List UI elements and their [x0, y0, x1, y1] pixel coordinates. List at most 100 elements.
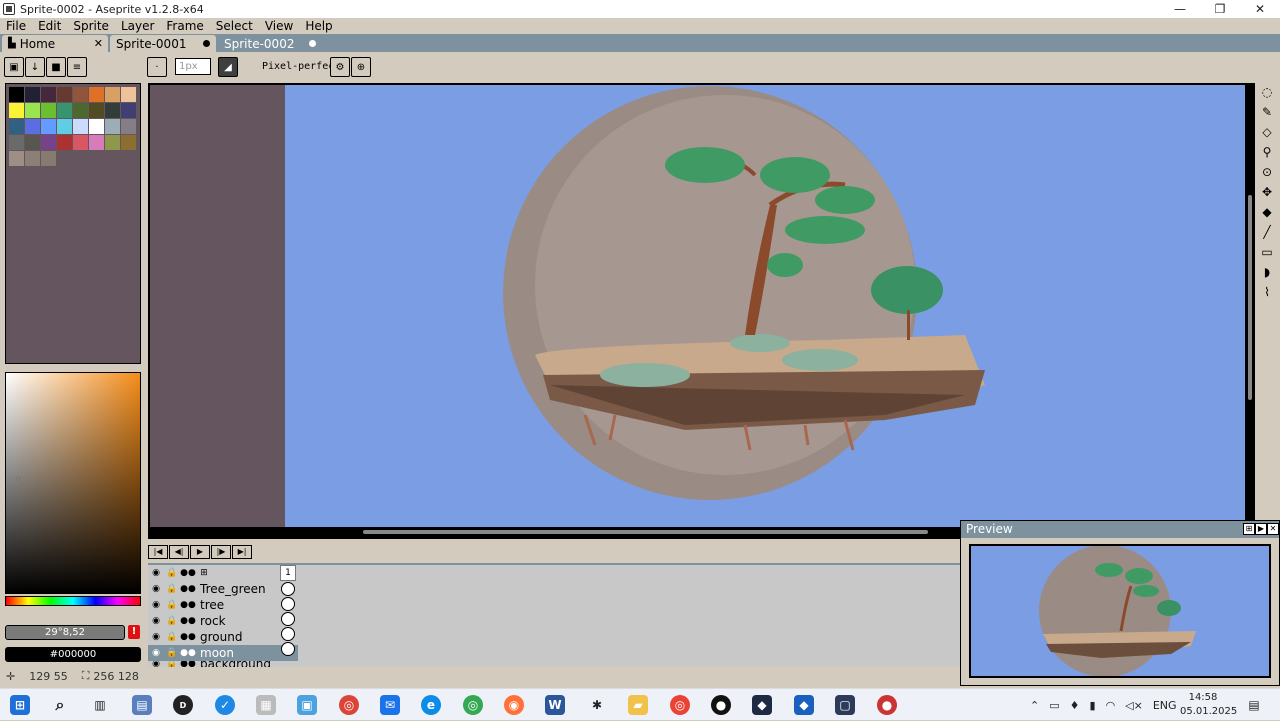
palette-swatch[interactable]: [121, 135, 136, 150]
palette-swatch[interactable]: [25, 151, 40, 166]
palette-swatch[interactable]: [9, 135, 24, 150]
hsv-value-field[interactable]: 29°8,52: [5, 625, 125, 640]
menu-select[interactable]: Select: [216, 19, 253, 33]
line-tool-icon[interactable]: ╱: [1258, 223, 1276, 241]
search-icon[interactable]: ⌕: [50, 695, 70, 715]
palette-swatch[interactable]: [41, 135, 56, 150]
app-icon[interactable]: ✓: [215, 695, 235, 715]
tab-sprite-0002[interactable]: Sprite-0002: [218, 35, 322, 52]
lock-icon[interactable]: 🔒: [164, 629, 180, 645]
clock[interactable]: 14:58 05.01.2025: [1180, 691, 1237, 719]
visibility-eye-icon[interactable]: ◉: [148, 629, 164, 645]
palette-swatch[interactable]: [89, 87, 104, 102]
last-frame-button[interactable]: ▶|: [232, 545, 252, 559]
dell-icon[interactable]: D: [173, 695, 193, 715]
edge-icon[interactable]: e: [421, 695, 441, 715]
windows-start-icon[interactable]: ⊞: [10, 695, 30, 715]
sprite-canvas[interactable]: [285, 85, 1245, 527]
palette-swatch[interactable]: [121, 87, 136, 102]
tab-sprite-0001[interactable]: Sprite-0001: [110, 35, 216, 52]
palette-swatch[interactable]: [73, 87, 88, 102]
palette-swatch[interactable]: [9, 87, 24, 102]
minimize-button[interactable]: —: [1160, 0, 1200, 18]
firefox-icon[interactable]: ◉: [504, 695, 524, 715]
symmetry-icon[interactable]: ⚙: [330, 57, 350, 77]
move-tool-icon[interactable]: ✥: [1258, 183, 1276, 201]
palette-swatch[interactable]: [41, 103, 56, 118]
file-explorer-icon[interactable]: ▰: [628, 695, 648, 715]
preview-center-icon[interactable]: ⊞: [1243, 523, 1255, 535]
chrome-icon[interactable]: ◎: [339, 695, 359, 715]
ink-bucket-icon[interactable]: ◢: [218, 57, 238, 77]
palette-swatch[interactable]: [9, 151, 24, 166]
palette-swatch[interactable]: [57, 87, 72, 102]
palette-swatch[interactable]: [105, 87, 120, 102]
eyedropper-tool-icon[interactable]: ⚲: [1258, 143, 1276, 161]
task-view-icon[interactable]: ▥: [90, 695, 110, 715]
pixel-perfect-label[interactable]: Pixel-perfect: [262, 61, 340, 72]
palette-swatch[interactable]: [105, 135, 120, 150]
visibility-eye-icon[interactable]: ◉: [148, 597, 164, 613]
continuous-icon[interactable]: ●●: [180, 581, 196, 597]
palette-swatch[interactable]: [9, 103, 24, 118]
preview-play-icon[interactable]: ▶: [1255, 523, 1267, 535]
cel[interactable]: [281, 642, 295, 656]
brush-size-input[interactable]: 1px: [175, 58, 211, 75]
square-icon[interactable]: ■: [46, 57, 66, 77]
vertical-scrollbar[interactable]: [1247, 85, 1253, 527]
chrome-icon[interactable]: ◎: [463, 695, 483, 715]
palette-swatch[interactable]: [73, 103, 88, 118]
hue-slider[interactable]: [5, 596, 141, 606]
camera-icon[interactable]: ▭: [1049, 699, 1059, 712]
hex-color-field[interactable]: #000000: [5, 647, 141, 662]
palette-swatch[interactable]: [57, 135, 72, 150]
battery-icon[interactable]: ▮: [1090, 699, 1096, 712]
layer-row[interactable]: ◉ 🔒 ●● rock: [148, 613, 298, 629]
app-icon[interactable]: ◆: [752, 695, 772, 715]
play-button[interactable]: ▶: [190, 545, 210, 559]
palette-swatch[interactable]: [121, 103, 136, 118]
cel[interactable]: [281, 627, 295, 641]
continuous-icon[interactable]: ●●: [180, 645, 196, 661]
app-icon[interactable]: ●: [711, 695, 731, 715]
bucket-tool-icon[interactable]: ◆: [1258, 203, 1276, 221]
palette-swatch[interactable]: [121, 119, 136, 134]
marquee-tool-icon[interactable]: ◌: [1258, 83, 1276, 101]
visibility-eye-icon[interactable]: ◉: [148, 565, 164, 581]
dynamics-icon[interactable]: ⊕: [351, 57, 371, 77]
frame-number[interactable]: 1: [280, 565, 296, 581]
palette-swatch[interactable]: [105, 103, 120, 118]
palette-swatch[interactable]: [73, 119, 88, 134]
rectangle-tool-icon[interactable]: ▭: [1258, 243, 1276, 261]
volume-icon[interactable]: ◁×: [1125, 699, 1143, 712]
wifi-icon[interactable]: ◠: [1106, 699, 1116, 712]
pencil-tool-icon[interactable]: ✎: [1258, 103, 1276, 121]
down-arrow-icon[interactable]: ↓: [25, 57, 45, 77]
notifications-icon[interactable]: ▤: [1244, 695, 1264, 715]
zoom-tool-icon[interactable]: ⊙: [1258, 163, 1276, 181]
palette-swatch[interactable]: [73, 135, 88, 150]
layer-options-icon[interactable]: ⊞: [196, 565, 212, 581]
mail-icon[interactable]: ✉: [380, 695, 400, 715]
visibility-eye-icon[interactable]: ◉: [148, 581, 164, 597]
lock-icon[interactable]: 🔒: [164, 597, 180, 613]
menu-help[interactable]: Help: [305, 19, 332, 33]
word-icon[interactable]: W: [545, 695, 565, 715]
cel[interactable]: [281, 612, 295, 626]
warning-icon[interactable]: !: [128, 625, 140, 639]
blur-tool-icon[interactable]: ⌇: [1258, 283, 1276, 301]
app-icon[interactable]: ◆: [794, 695, 814, 715]
close-tab-icon[interactable]: ✕: [94, 37, 103, 50]
tab-home[interactable]: ▙ Home ✕: [2, 35, 108, 52]
visibility-eye-icon[interactable]: ◉: [148, 613, 164, 629]
layer-row[interactable]: ◉ 🔒 ●● ground: [148, 629, 298, 645]
palette-swatch[interactable]: [9, 119, 24, 134]
color-sv-field[interactable]: [5, 372, 141, 594]
menu-view[interactable]: View: [265, 19, 293, 33]
microphone-icon[interactable]: ♦: [1070, 699, 1080, 712]
contour-tool-icon[interactable]: ◗: [1258, 263, 1276, 281]
horizontal-scroll-thumb[interactable]: [363, 530, 928, 534]
palette-swatch[interactable]: [25, 87, 40, 102]
visibility-eye-icon[interactable]: ◉: [148, 645, 164, 661]
palette-swatch[interactable]: [41, 151, 56, 166]
